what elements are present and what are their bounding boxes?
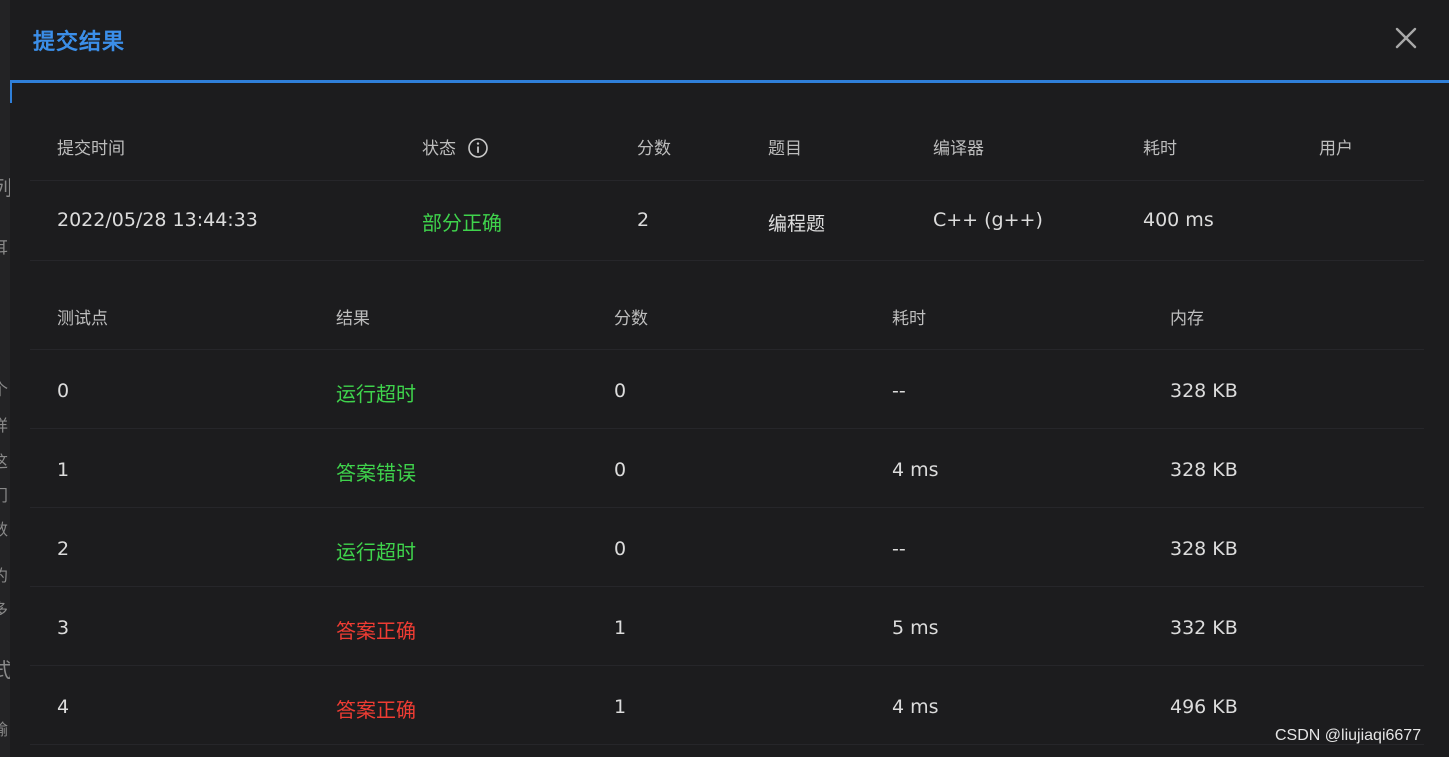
header-user: 用户	[1319, 139, 1353, 159]
testcase-memory: 496 KB	[1170, 696, 1238, 718]
submission-row: 2022/05/28 13:44:33 部分正确 2 编程题 C++ (g++)…	[30, 181, 1424, 261]
header-tc-score: 分数	[614, 309, 648, 329]
background-text: 门	[0, 486, 9, 505]
testcase-score: 0	[614, 459, 627, 481]
testcase-time: 4 ms	[892, 696, 939, 718]
testcase-time: --	[892, 538, 906, 560]
background-text: 约	[0, 566, 9, 585]
testcase-time: 5 ms	[892, 617, 939, 639]
submission-header-row: 提交时间 状态 分数 题目 编译器 耗时 用户	[30, 108, 1424, 181]
header-divider-edge	[10, 83, 12, 103]
testcase-id: 0	[57, 380, 70, 402]
testcase-result: 运行超时	[336, 540, 416, 564]
header-result: 结果	[336, 309, 370, 329]
testcase-memory: 328 KB	[1170, 459, 1238, 481]
header-divider	[10, 80, 1449, 83]
header-status: 状态	[422, 134, 489, 159]
background-text: 详	[0, 416, 9, 435]
testcase-result: 运行超时	[336, 382, 416, 406]
submission-time: 2022/05/28 13:44:33	[57, 209, 258, 231]
background-page: 列 耳 Ⅱ 个 详 这 门 数 约 多 式 输	[0, 0, 10, 757]
submission-compiler: C++ (g++)	[933, 209, 1043, 231]
testcase-memory: 332 KB	[1170, 617, 1238, 639]
background-text: 式	[0, 660, 10, 680]
header-compiler: 编译器	[933, 139, 984, 159]
header-tc-time: 耗时	[892, 309, 926, 329]
submission-status: 部分正确	[422, 211, 502, 235]
header-score: 分数	[637, 139, 671, 159]
submission-score: 2	[637, 209, 650, 231]
testcase-result: 答案错误	[336, 461, 416, 485]
table-row: 4 答案正确 1 4 ms 496 KB	[30, 666, 1424, 745]
testcase-result: 答案正确	[336, 619, 416, 643]
submission-duration: 400 ms	[1143, 209, 1214, 231]
header-problem: 题目	[768, 139, 802, 159]
background-text: 输	[0, 720, 9, 739]
testcase-id: 1	[57, 459, 70, 481]
testcase-result: 答案正确	[336, 698, 416, 722]
testcase-score: 0	[614, 380, 627, 402]
testcase-score: 0	[614, 538, 627, 560]
header-status-label: 状态	[422, 139, 456, 159]
info-circle-icon[interactable]	[467, 137, 489, 159]
background-text: 多	[0, 600, 9, 619]
header-testcase: 测试点	[57, 309, 108, 329]
header-submit-time: 提交时间	[57, 139, 125, 159]
table-row: 0 运行超时 0 -- 328 KB	[30, 350, 1424, 429]
header-tc-memory: 内存	[1170, 309, 1204, 329]
background-text: 耳	[0, 238, 9, 257]
testcase-header-row: 测试点 结果 分数 耗时 内存	[30, 260, 1424, 350]
submission-result-dialog: 提交结果 提交时间 状态 分数 题目 编译器 耗时 用户 2022/05/28 …	[10, 0, 1449, 757]
table-row: 3 答案正确 1 5 ms 332 KB	[30, 587, 1424, 666]
background-text: 数	[0, 520, 9, 539]
table-row: 1 答案错误 0 4 ms 328 KB	[30, 429, 1424, 508]
header-duration: 耗时	[1143, 139, 1177, 159]
submission-table: 提交时间 状态 分数 题目 编译器 耗时 用户 2022/05/28 13:44…	[30, 108, 1424, 261]
testcase-time: --	[892, 380, 906, 402]
testcase-id: 3	[57, 617, 70, 639]
testcase-id: 2	[57, 538, 70, 560]
submission-problem[interactable]: 编程题	[768, 209, 825, 236]
testcase-memory: 328 KB	[1170, 538, 1238, 560]
testcase-id: 4	[57, 696, 70, 718]
testcase-time: 4 ms	[892, 459, 939, 481]
close-icon	[1395, 27, 1417, 49]
background-text: 这	[0, 452, 9, 471]
testcase-table: 测试点 结果 分数 耗时 内存 0 运行超时 0 -- 328 KB 1 答案错…	[30, 260, 1424, 745]
dialog-header: 提交结果	[10, 0, 1449, 80]
testcase-score: 1	[614, 696, 627, 718]
csdn-watermark: CSDN @liujiaqi6677	[1275, 727, 1422, 744]
dialog-title: 提交结果	[33, 30, 126, 55]
table-row: 2 运行超时 0 -- 328 KB	[30, 508, 1424, 587]
testcase-score: 1	[614, 617, 627, 639]
testcase-memory: 328 KB	[1170, 380, 1238, 402]
close-button[interactable]	[1390, 22, 1422, 54]
background-text: 列	[0, 178, 10, 198]
background-text: 个	[0, 380, 9, 399]
